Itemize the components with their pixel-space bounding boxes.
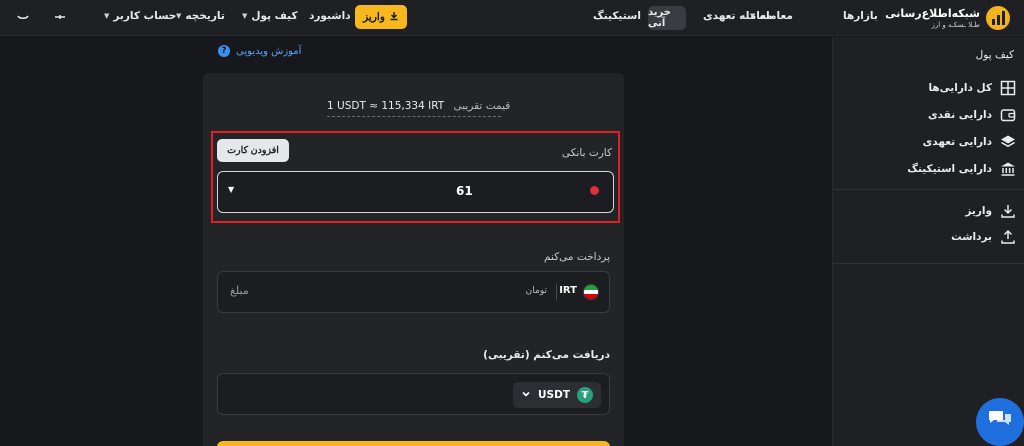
nav-wallet[interactable]: کیف پول ▼ (242, 10, 298, 22)
field-divider (556, 284, 557, 300)
nav-markets-label: بازارها (843, 10, 878, 22)
sidebar-item-all-assets[interactable]: کل دارایی‌ها (928, 78, 1016, 98)
sidebar-divider (833, 263, 1024, 264)
chat-icon (987, 408, 1013, 436)
deposit-button[interactable]: واریز (355, 5, 407, 29)
chevron-down-icon: ▼ (176, 12, 182, 20)
nav-staking[interactable]: استیکینگ (593, 10, 641, 22)
approx-rate: 1 USDT ≈ 115,334 IRT قیمت تقریبی (327, 100, 510, 117)
top-bar: شبکه‌اطلاع‌رسانی طـلا ـسکـه و ارز بازاره… (0, 0, 1024, 36)
pay-label: پرداخت می‌کنم (544, 251, 610, 263)
sidebar-item-label: دارایی استیکینگ (907, 163, 992, 175)
wallet-sidebar: کیف پول کل دارایی‌ها دارایی نقدی دارایی … (832, 37, 1024, 446)
upload-icon (1000, 229, 1016, 245)
nav-dashboard[interactable]: داشبورد (309, 10, 351, 22)
nav-spot-label: خرید آنی (648, 7, 671, 29)
layers-icon (1000, 134, 1016, 150)
chevron-down-icon (521, 389, 531, 402)
video-tutorial-label: آموزش ویدیویی (236, 45, 302, 57)
nav-history-label: تاریخچه (185, 10, 225, 22)
settings-icon[interactable] (53, 10, 67, 28)
rate-value: 1 USDT ≈ 115,334 IRT (327, 100, 445, 112)
rate-label: قیمت تقریبی (453, 100, 511, 112)
nav-spot[interactable]: خرید آنی (648, 6, 686, 30)
sidebar-item-label: دارایی تعهدی (922, 136, 992, 148)
deposit-button-label: واریز (363, 11, 385, 23)
bank-card-select[interactable]: 61 ▼ (217, 171, 614, 213)
receive-asset-label: USDT (538, 389, 570, 401)
sidebar-item-label: برداشت (951, 231, 992, 243)
dropdown-arrow-icon: ▼ (228, 185, 235, 194)
nav-account-label: حساب کاربر (113, 10, 177, 22)
download-icon (389, 11, 399, 24)
receive-label: دریافت می‌کنم (تقریبی) (483, 349, 610, 361)
nav-markets[interactable]: بازارها (843, 10, 878, 22)
sidebar-item-withdraw[interactable]: برداشت (951, 227, 1016, 247)
bank-card-label: کارت بانکی (561, 147, 612, 159)
sidebar-item-label: کل دارایی‌ها (928, 82, 992, 94)
receive-asset-select[interactable]: ₮ USDT (513, 382, 601, 408)
bank-icon (1000, 161, 1016, 177)
selected-card-number: 61 (456, 184, 473, 198)
theme-toggle-icon[interactable] (16, 10, 30, 28)
tether-icon: ₮ (577, 387, 593, 403)
sidebar-divider (833, 189, 1024, 190)
iran-flag-icon (583, 284, 599, 300)
nav-history[interactable]: تاریخچه ▼ (176, 10, 225, 22)
pay-currency: IRT (559, 285, 577, 296)
grid-icon (1000, 80, 1016, 96)
pay-amount-field[interactable]: IRT تومان مبلغ (217, 271, 610, 313)
spot-buy-card: 1 USDT ≈ 115,334 IRT قیمت تقریبی کارت با… (203, 73, 624, 446)
logo[interactable]: شبکه‌اطلاع‌رسانی طـلا ـسکـه و ارز (885, 4, 1010, 32)
video-tutorial-link[interactable]: آموزش ویدیویی ? (218, 45, 301, 57)
pay-amount-placeholder: مبلغ (230, 284, 249, 297)
sidebar-item-label: دارایی نقدی (927, 109, 992, 121)
sidebar-item-staking-assets[interactable]: دارایی استیکینگ (907, 159, 1016, 179)
sidebar-item-cash-assets[interactable]: دارایی نقدی (928, 105, 1016, 125)
nav-account[interactable]: حساب کاربر ▼ (104, 10, 176, 22)
sidebar-title: کیف پول (975, 49, 1014, 61)
sidebar-item-deposit[interactable]: واریز (965, 201, 1016, 221)
sidebar-item-label: واریز (965, 205, 992, 217)
support-chat-button[interactable] (976, 398, 1024, 446)
pay-unit: تومان (525, 286, 547, 296)
nav-futures[interactable]: معامله تعهدی (703, 10, 773, 22)
add-card-button[interactable]: افزودن کارت (217, 139, 289, 162)
logo-icon (986, 6, 1010, 30)
sidebar-item-futures-assets[interactable]: دارایی تعهدی (923, 132, 1016, 152)
nav-staking-label: استیکینگ (593, 10, 641, 22)
logo-title: شبکه‌اطلاع‌رسانی (885, 7, 980, 20)
chevron-down-icon: ▼ (104, 12, 110, 20)
nav-dashboard-label: داشبورد (309, 10, 351, 22)
help-icon: ? (218, 45, 230, 57)
receive-amount-field[interactable]: ₮ USDT (217, 373, 610, 415)
chevron-down-icon: ▼ (242, 12, 248, 20)
logo-subtitle: طـلا ـسکـه و ارز (931, 21, 980, 29)
bank-card-section: کارت بانکی افزودن کارت 61 ▼ (211, 131, 620, 223)
nav-wallet-label: کیف پول (251, 10, 298, 22)
submit-button[interactable] (217, 441, 610, 446)
download-icon (1000, 203, 1016, 219)
nav-futures-label: معامله تعهدی (703, 10, 773, 22)
bank-logo-icon (590, 186, 599, 195)
wallet-icon (1000, 107, 1016, 123)
